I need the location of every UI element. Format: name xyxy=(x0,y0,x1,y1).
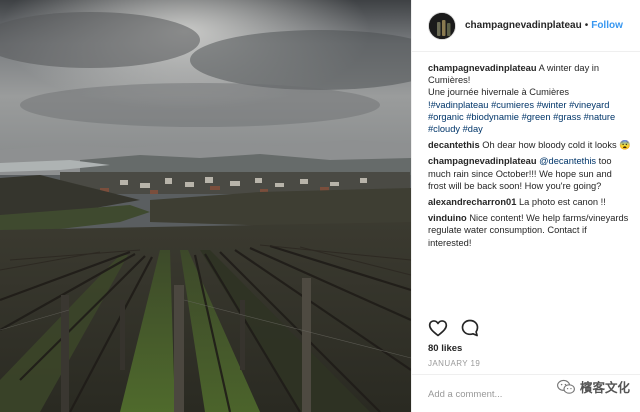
post-photo[interactable] xyxy=(0,0,411,412)
caption: champagnevadinplateau A winter day in Cu… xyxy=(428,62,631,135)
avatar[interactable] xyxy=(428,11,456,40)
caption-text-line2: Une journée hivernale à Cumières xyxy=(428,87,570,98)
hashtag[interactable]: #biodynamie xyxy=(466,112,519,122)
follow-button[interactable]: Follow xyxy=(591,20,623,31)
comment-username[interactable]: champagnevadinplateau xyxy=(428,156,537,166)
watermark-text: 檳客文化 xyxy=(579,380,630,395)
comment-username[interactable]: decantethis xyxy=(428,140,480,150)
comment-item: alexandrecharron01 La photo est canon !! xyxy=(428,196,631,208)
comment-username[interactable]: alexandrecharron01 xyxy=(428,197,516,207)
comment-item: decantethis Oh dear how bloody cold it l… xyxy=(428,139,631,151)
header-separator: • xyxy=(584,20,589,31)
likes-count[interactable]: 80 likes xyxy=(428,343,462,354)
comments-list: champagnevadinplateau A winter day in Cu… xyxy=(412,56,640,262)
header-username[interactable]: champagnevadinplateau xyxy=(465,20,582,31)
comment-username[interactable]: vinduino xyxy=(428,213,467,223)
heart-icon[interactable] xyxy=(428,318,448,338)
watermark: 檳客文化 xyxy=(556,377,630,396)
hashtag[interactable]: #grass xyxy=(553,112,581,122)
hashtag[interactable]: #day xyxy=(463,124,483,134)
instagram-post: champagnevadinplateau • Follow champagne… xyxy=(0,0,640,412)
comment-text: La photo est canon !! xyxy=(518,197,606,208)
hashtag[interactable]: #green xyxy=(522,112,551,122)
hashtag[interactable]: #cloudy xyxy=(428,124,460,134)
comment-bubble-icon[interactable] xyxy=(460,318,480,338)
hashtag[interactable]: #nature xyxy=(584,112,616,122)
comment-text: Oh dear how bloody cold it looks 😨 xyxy=(482,140,631,151)
hashtag[interactable]: !#vadinplateau xyxy=(428,100,488,110)
vineyard-photo-image xyxy=(0,0,411,412)
hashtag[interactable]: #winter xyxy=(537,100,567,110)
hashtag[interactable]: #cumieres xyxy=(491,100,534,110)
hashtag[interactable]: #organic xyxy=(428,112,464,122)
hashtag[interactable]: #vineyard xyxy=(569,100,609,110)
wechat-icon xyxy=(557,379,575,394)
post-side-panel: champagnevadinplateau • Follow champagne… xyxy=(411,0,640,412)
caption-username[interactable]: champagnevadinplateau xyxy=(428,63,537,73)
comment-mention[interactable]: @decantethis xyxy=(539,156,596,166)
avatar-bottles-icon xyxy=(429,12,455,39)
comment-item: vinduino Nice content! We help farms/vin… xyxy=(428,212,631,249)
post-header: champagnevadinplateau • Follow xyxy=(412,0,640,52)
post-actions xyxy=(428,318,480,338)
post-date[interactable]: JANUARY 19 xyxy=(428,359,480,368)
comment-item: champagnevadinplateau @decantethis too m… xyxy=(428,155,631,192)
comment-input[interactable] xyxy=(428,385,538,403)
